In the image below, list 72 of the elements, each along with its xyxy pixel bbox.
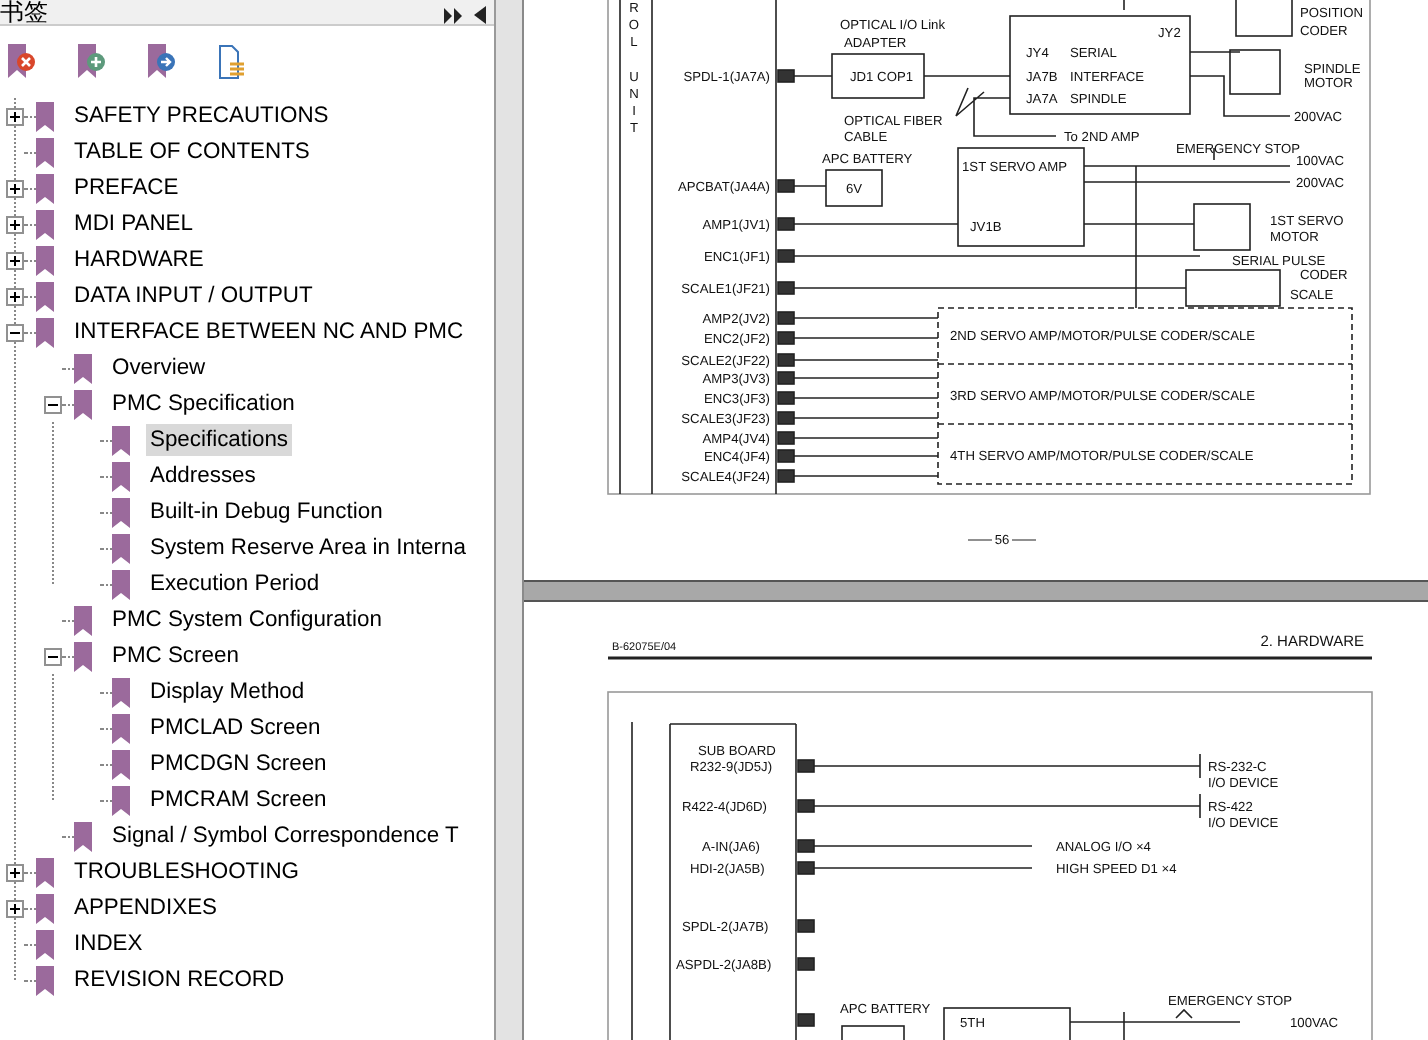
bookmark-icon [36,245,54,275]
bookmark-item[interactable]: Specifications [146,424,293,456]
expand-icon[interactable] [6,107,24,125]
expand-icon[interactable] [6,251,24,269]
bookmark-item[interactable]: PMCLAD Screen [146,712,325,744]
bookmark-item[interactable]: Execution Period [146,568,324,600]
bookmark-icon [36,281,54,311]
bookmark-item[interactable]: Overview [108,352,210,384]
bookmark-icon [74,641,92,671]
document-list-icon [218,44,246,80]
bookmark-icon [112,425,130,455]
toolbar-button[interactable] [78,44,106,80]
bookmark-icon [36,173,54,203]
expand-icon[interactable] [6,287,24,305]
bookmark-item[interactable]: Signal / Symbol Correspondence T [108,820,463,852]
bookmark-item[interactable]: PMC System Configuration [108,604,386,636]
bookmark-item[interactable]: PMCRAM Screen [146,784,331,816]
go-to-bookmark-icon [148,44,176,80]
bookmark-item[interactable]: Built-in Debug Function [146,496,387,528]
expand-icon[interactable] [6,179,24,197]
bookmark-icon [74,353,92,383]
expand-icon[interactable] [6,863,24,881]
bookmark-item[interactable]: APPENDIXES [70,892,222,924]
bookmark-icon [112,461,130,491]
double-chevron-icon[interactable] [444,7,462,23]
bookmark-icon [36,965,54,995]
collapse-icon[interactable] [44,647,62,665]
collapse-panel-icon[interactable] [474,6,486,24]
bookmark-item[interactable]: PMCDGN Screen [146,748,331,780]
bookmark-icon [74,389,92,419]
bookmark-icon [36,137,54,167]
bookmark-item[interactable]: TABLE OF CONTENTS [70,136,314,168]
bookmark-icon [112,785,130,815]
add-bookmark-icon [78,44,106,80]
bookmark-item[interactable]: SAFETY PRECAUTIONS [70,100,333,132]
bookmark-icon [36,101,54,131]
bookmark-icon [112,533,130,563]
bookmark-icon [36,857,54,887]
bookmark-item[interactable]: Addresses [146,460,260,492]
bookmark-icon [112,497,130,527]
bookmark-icon [36,317,54,347]
toolbar-button[interactable] [148,44,176,80]
bookmark-icon [112,749,130,779]
splitter-bar[interactable] [496,0,524,1040]
bookmark-icon [74,821,92,851]
bookmark-icon [36,209,54,239]
bookmark-item[interactable]: INTERFACE BETWEEN NC AND PMC [70,316,468,348]
bookmark-icon [112,713,130,743]
bookmark-item[interactable]: PMC Specification [108,388,299,420]
collapse-icon[interactable] [44,395,62,413]
expand-icon[interactable] [6,899,24,917]
bookmark-icon [112,677,130,707]
bookmark-item[interactable]: HARDWARE [70,244,208,276]
toolbar-button[interactable] [218,44,246,80]
bookmark-item[interactable]: TROUBLESHOOTING [70,856,304,888]
expand-icon[interactable] [6,215,24,233]
bookmark-icon [74,605,92,635]
bookmark-item[interactable]: Display Method [146,676,309,708]
bookmark-item[interactable]: PMC Screen [108,640,243,672]
bookmark-icon [36,929,54,959]
bookmark-item[interactable]: PREFACE [70,172,183,204]
bookmark-item[interactable]: DATA INPUT / OUTPUT [70,280,317,312]
delete-bookmark-icon [8,44,36,80]
bookmark-icon [112,569,130,599]
bookmark-item[interactable]: INDEX [70,928,147,960]
bookmark-item[interactable]: REVISION RECORD [70,964,289,996]
bookmark-item[interactable]: MDI PANEL [70,208,197,240]
bookmark-icon [36,893,54,923]
bookmark-item[interactable]: System Reserve Area in Interna [146,532,470,564]
toolbar-button[interactable] [8,44,36,80]
collapse-icon[interactable] [6,323,24,341]
panel-title: 书签 [0,0,48,24]
